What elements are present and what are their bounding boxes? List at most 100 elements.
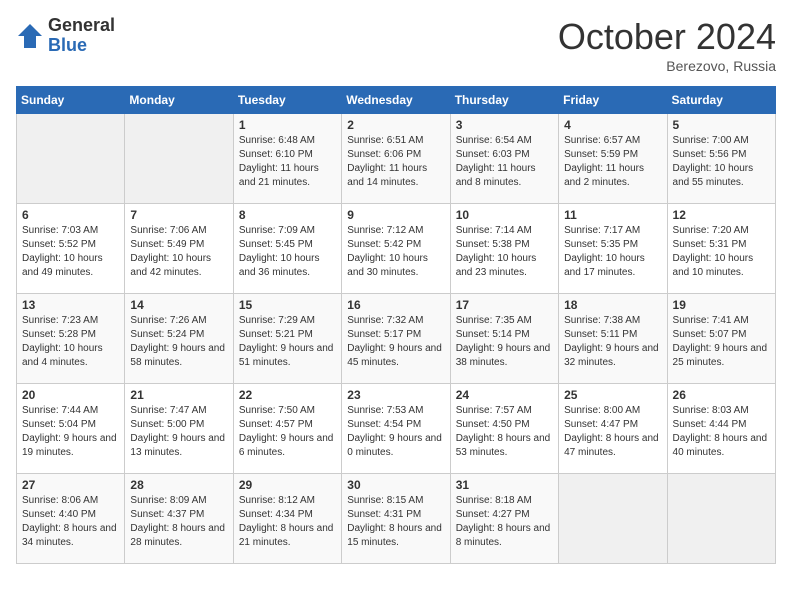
day-number: 19 [673,298,770,312]
calendar-cell: 30 Sunrise: 8:15 AMSunset: 4:31 PMDayligh… [342,474,450,564]
calendar-week-4: 20Sunrise: 7:44 AMSunset: 5:04 PMDayligh… [17,384,776,474]
day-info: Sunrise: 7:23 AMSunset: 5:28 PMDaylight:… [22,314,119,370]
day-info: Sunrise: 7:06 AMSunset: 5:49 PMDaylight:… [130,224,227,280]
day-info: Sunrise: 8:18 AMSunset: 4:27 PMDaylight:… [456,494,553,550]
day-number: 1 [239,118,336,132]
calendar-cell: 17 Sunrise: 7:35 AMSunset: 5:14 PMDayligh… [450,294,558,384]
day-info: Sunrise: 8:03 AMSunset: 4:44 PMDaylight:… [673,404,770,460]
calendar-cell: 26Sunrise: 8:03 AMSunset: 4:44 PMDayligh… [667,384,775,474]
weekday-header-tuesday: Tuesday [233,87,341,114]
day-number: 24 [456,388,553,402]
calendar-cell: 21Sunrise: 7:47 AMSunset: 5:00 PMDayligh… [125,384,233,474]
day-number: 22 [239,388,336,402]
calendar-cell: 25 Sunrise: 8:00 AMSunset: 4:47 PMDayligh… [559,384,667,474]
day-info: Sunrise: 7:57 AMSunset: 4:50 PMDaylight:… [456,404,553,460]
day-info: Sunrise: 7:38 AMSunset: 5:11 PMDaylight:… [564,314,661,370]
calendar-cell: 15Sunrise: 7:29 AMSunset: 5:21 PMDayligh… [233,294,341,384]
day-info: Sunrise: 6:48 AMSunset: 6:10 PMDaylight:… [239,134,336,190]
weekday-row: SundayMondayTuesdayWednesdayThursdayFrid… [17,87,776,114]
day-number: 17 [456,298,553,312]
day-info: Sunrise: 7:14 AMSunset: 5:38 PMDaylight:… [456,224,553,280]
day-info: Sunrise: 7:35 AMSunset: 5:14 PMDaylight:… [456,314,553,370]
calendar-cell: 9 Sunrise: 7:12 AMSunset: 5:42 PMDaylight… [342,204,450,294]
weekday-header-friday: Friday [559,87,667,114]
day-number: 18 [564,298,661,312]
calendar-cell: 13 Sunrise: 7:23 AMSunset: 5:28 PMDayligh… [17,294,125,384]
day-number: 30 [347,478,444,492]
day-number: 4 [564,118,661,132]
calendar-header: SundayMondayTuesdayWednesdayThursdayFrid… [17,87,776,114]
calendar-cell: 31 Sunrise: 8:18 AMSunset: 4:27 PMDayligh… [450,474,558,564]
day-info: Sunrise: 6:57 AMSunset: 5:59 PMDaylight:… [564,134,661,190]
calendar-week-1: 1 Sunrise: 6:48 AMSunset: 6:10 PMDaylight… [17,114,776,204]
day-info: Sunrise: 7:03 AMSunset: 5:52 PMDaylight:… [22,224,119,280]
calendar-cell: 8Sunrise: 7:09 AMSunset: 5:45 PMDaylight… [233,204,341,294]
day-number: 10 [456,208,553,222]
day-number: 21 [130,388,227,402]
weekday-header-saturday: Saturday [667,87,775,114]
calendar-cell: 27Sunrise: 8:06 AMSunset: 4:40 PMDayligh… [17,474,125,564]
weekday-header-sunday: Sunday [17,87,125,114]
day-number: 6 [22,208,119,222]
calendar-cell: 4 Sunrise: 6:57 AMSunset: 5:59 PMDaylight… [559,114,667,204]
calendar-cell: 3 Sunrise: 6:54 AMSunset: 6:03 PMDaylight… [450,114,558,204]
calendar-cell: 14 Sunrise: 7:26 AMSunset: 5:24 PMDayligh… [125,294,233,384]
day-number: 16 [347,298,444,312]
logo-text: General Blue [48,16,115,56]
calendar-cell [667,474,775,564]
day-info: Sunrise: 7:17 AMSunset: 5:35 PMDaylight:… [564,224,661,280]
calendar-cell: 12Sunrise: 7:20 AMSunset: 5:31 PMDayligh… [667,204,775,294]
weekday-header-monday: Monday [125,87,233,114]
day-number: 23 [347,388,444,402]
calendar-week-5: 27Sunrise: 8:06 AMSunset: 4:40 PMDayligh… [17,474,776,564]
day-number: 13 [22,298,119,312]
day-info: Sunrise: 7:50 AMSunset: 4:57 PMDaylight:… [239,404,336,460]
day-number: 11 [564,208,661,222]
logo: General Blue [16,16,115,56]
calendar-cell [559,474,667,564]
day-info: Sunrise: 7:53 AMSunset: 4:54 PMDaylight:… [347,404,444,460]
day-number: 20 [22,388,119,402]
weekday-header-thursday: Thursday [450,87,558,114]
day-number: 9 [347,208,444,222]
calendar-cell: 23 Sunrise: 7:53 AMSunset: 4:54 PMDayligh… [342,384,450,474]
day-number: 3 [456,118,553,132]
calendar-week-2: 6 Sunrise: 7:03 AMSunset: 5:52 PMDaylight… [17,204,776,294]
day-number: 14 [130,298,227,312]
calendar-cell: 6 Sunrise: 7:03 AMSunset: 5:52 PMDaylight… [17,204,125,294]
logo-icon [16,22,44,50]
calendar-cell: 24 Sunrise: 7:57 AMSunset: 4:50 PMDayligh… [450,384,558,474]
calendar-cell: 28 Sunrise: 8:09 AMSunset: 4:37 PMDayligh… [125,474,233,564]
day-number: 15 [239,298,336,312]
day-info: Sunrise: 7:00 AMSunset: 5:56 PMDaylight:… [673,134,770,190]
day-info: Sunrise: 7:26 AMSunset: 5:24 PMDaylight:… [130,314,227,370]
day-number: 28 [130,478,227,492]
day-number: 2 [347,118,444,132]
day-info: Sunrise: 8:15 AMSunset: 4:31 PMDaylight:… [347,494,444,550]
day-info: Sunrise: 7:12 AMSunset: 5:42 PMDaylight:… [347,224,444,280]
day-info: Sunrise: 6:54 AMSunset: 6:03 PMDaylight:… [456,134,553,190]
calendar-cell [17,114,125,204]
day-info: Sunrise: 8:09 AMSunset: 4:37 PMDaylight:… [130,494,227,550]
day-number: 25 [564,388,661,402]
calendar-week-3: 13 Sunrise: 7:23 AMSunset: 5:28 PMDayligh… [17,294,776,384]
day-number: 31 [456,478,553,492]
day-info: Sunrise: 7:20 AMSunset: 5:31 PMDaylight:… [673,224,770,280]
day-info: Sunrise: 7:09 AMSunset: 5:45 PMDaylight:… [239,224,336,280]
day-info: Sunrise: 8:00 AMSunset: 4:47 PMDaylight:… [564,404,661,460]
day-info: Sunrise: 6:51 AMSunset: 6:06 PMDaylight:… [347,134,444,190]
calendar-cell: 11 Sunrise: 7:17 AMSunset: 5:35 PMDayligh… [559,204,667,294]
calendar-cell [125,114,233,204]
day-info: Sunrise: 8:12 AMSunset: 4:34 PMDaylight:… [239,494,336,550]
calendar-cell: 20Sunrise: 7:44 AMSunset: 5:04 PMDayligh… [17,384,125,474]
calendar-cell: 5Sunrise: 7:00 AMSunset: 5:56 PMDaylight… [667,114,775,204]
day-number: 7 [130,208,227,222]
month-title: October 2024 [558,16,776,58]
calendar-cell: 1 Sunrise: 6:48 AMSunset: 6:10 PMDaylight… [233,114,341,204]
page-header: General Blue October 2024 Berezovo, Russ… [16,16,776,74]
calendar-cell: 10 Sunrise: 7:14 AMSunset: 5:38 PMDayligh… [450,204,558,294]
logo-general-text: General [48,16,115,36]
day-number: 27 [22,478,119,492]
day-info: Sunrise: 7:32 AMSunset: 5:17 PMDaylight:… [347,314,444,370]
title-block: October 2024 Berezovo, Russia [558,16,776,74]
